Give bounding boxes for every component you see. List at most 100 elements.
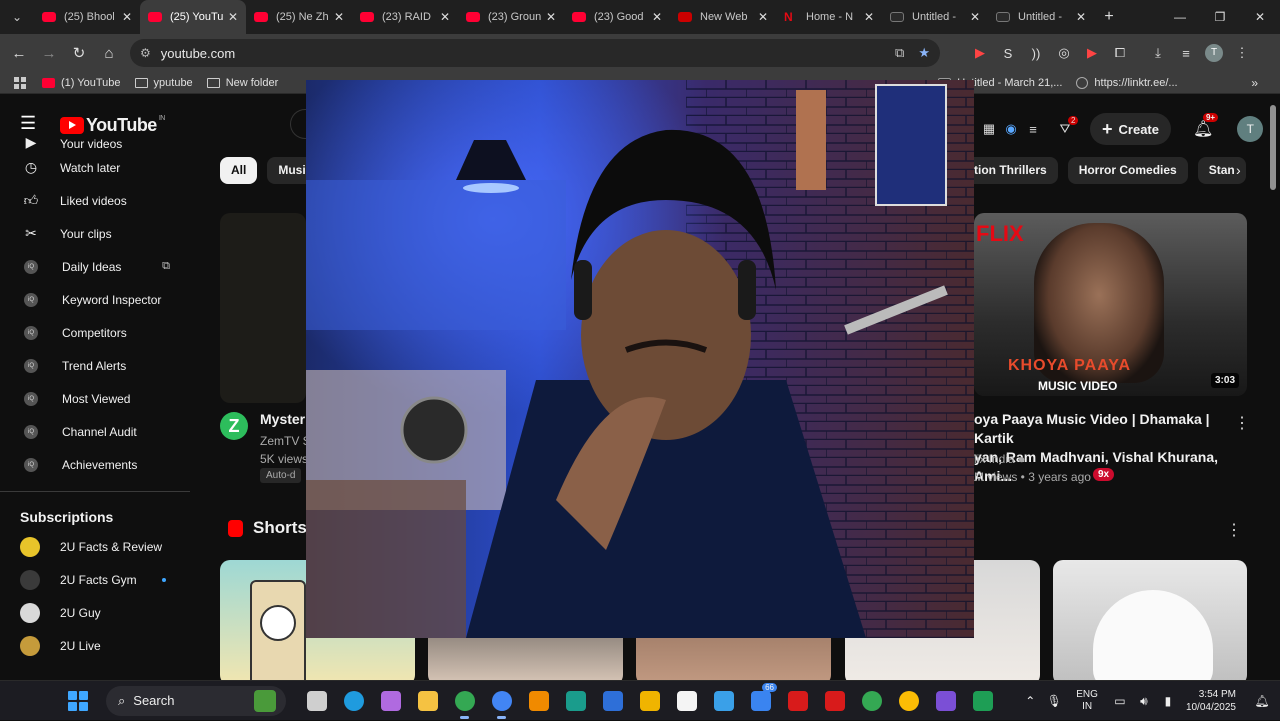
browser-tab[interactable]: (23) Good ✕: [564, 0, 670, 34]
close-tab-icon[interactable]: ✕: [546, 10, 556, 24]
task-view-icon[interactable]: [298, 681, 335, 721]
close-tab-icon[interactable]: ✕: [652, 10, 662, 24]
sidebar-item[interactable]: iQ Most Viewed: [0, 382, 190, 415]
tab-search-button[interactable]: ⌄: [0, 0, 34, 34]
subscription-item[interactable]: 2U Facts Gym: [0, 563, 190, 596]
chrome-icon[interactable]: [890, 681, 927, 721]
forward-button[interactable]: →: [34, 45, 64, 62]
download-icon[interactable]: ⤓: [1144, 45, 1172, 61]
volume-icon[interactable]: 🔊︎: [1132, 694, 1156, 709]
channel-avatar[interactable]: Z: [220, 412, 248, 440]
windows-start-icon[interactable]: [68, 690, 88, 711]
filter-icon[interactable]: ⛛ 2: [1054, 116, 1079, 137]
omnibox[interactable]: ⚙ youtube.com ⧉ ★: [130, 39, 940, 67]
subscription-item[interactable]: 2U Facts & Review: [0, 530, 190, 563]
bookmark-star-icon[interactable]: ★: [918, 45, 930, 61]
taskbar-search[interactable]: ⌕ Search: [106, 685, 286, 716]
bookmark-item[interactable]: yputube: [134, 77, 193, 89]
reload-button[interactable]: ↻: [64, 44, 94, 62]
create-button[interactable]: + Create: [1090, 113, 1171, 145]
terminal-icon[interactable]: [594, 681, 631, 721]
app-icon[interactable]: [631, 681, 668, 721]
home-button[interactable]: ⌂: [94, 45, 124, 62]
site-info-icon[interactable]: ⚙: [140, 46, 151, 60]
restore-button[interactable]: ❐: [1200, 0, 1240, 34]
sidebar-item[interactable]: iQ Trend Alerts: [0, 349, 190, 382]
battery-icon[interactable]: ▮: [1156, 694, 1180, 708]
browser-tab[interactable]: (25) YouTu ✕: [140, 0, 246, 34]
minimize-button[interactable]: —: [1160, 0, 1200, 34]
notepad-icon[interactable]: [668, 681, 705, 721]
more-bookmarks-icon[interactable]: »: [1251, 76, 1258, 90]
browser-tab[interactable]: (23) RAID ✕: [352, 0, 458, 34]
reading-list-icon[interactable]: ≡: [1172, 46, 1200, 61]
language-indicator[interactable]: ENG IN: [1076, 689, 1098, 713]
filter-chip[interactable]: All: [220, 157, 258, 184]
close-tab-icon[interactable]: ✕: [970, 10, 980, 24]
video-channel[interactable]: lix India ●: [974, 450, 1025, 468]
browser-tab[interactable]: New Web ✕: [670, 0, 776, 34]
extensions-puzzle-icon[interactable]: ⧠: [1106, 45, 1134, 61]
extension-icon[interactable]: S: [994, 46, 1022, 61]
video-thumbnail[interactable]: [220, 213, 306, 403]
bookmark-item[interactable]: New folder: [206, 77, 278, 89]
browser-tab[interactable]: (25) Ne Zh ✕: [246, 0, 352, 34]
close-tab-icon[interactable]: ✕: [334, 10, 344, 24]
hamburger-menu-icon[interactable]: ☰: [20, 113, 36, 134]
close-tab-icon[interactable]: ✕: [1076, 10, 1086, 24]
chrome-icon[interactable]: [446, 681, 483, 721]
page-scrollbar[interactable]: [1270, 105, 1276, 190]
notifications-button[interactable]: 🔔︎ 9+: [1193, 113, 1219, 139]
close-tab-icon[interactable]: ✕: [122, 10, 132, 24]
list-icon[interactable]: ≡: [1022, 122, 1044, 137]
chrome-icon[interactable]: [483, 681, 520, 721]
subscription-item[interactable]: 2U Guy: [0, 596, 190, 629]
close-window-button[interactable]: ✕: [1240, 0, 1280, 34]
apps-grid-icon[interactable]: [14, 76, 28, 89]
profile-avatar[interactable]: T: [1205, 44, 1223, 62]
install-icon[interactable]: ⧉: [895, 45, 904, 61]
chrome-menu-icon[interactable]: ⋮: [1228, 45, 1256, 61]
extension-icon[interactable]: )): [1022, 46, 1050, 61]
extension-icon[interactable]: ▶: [1078, 45, 1106, 61]
back-button[interactable]: ←: [4, 45, 34, 62]
analytics-icon[interactable]: ▦: [978, 121, 1000, 137]
extension-icon[interactable]: ▶: [966, 45, 994, 61]
bookmark-item[interactable]: https://linktr.ee/...: [1076, 76, 1178, 89]
sidebar-item[interactable]: iQ Achievements: [0, 448, 190, 481]
app-icon[interactable]: [816, 681, 853, 721]
more-options-icon[interactable]: ⋮: [1226, 520, 1242, 540]
copilot-icon[interactable]: [372, 681, 409, 721]
picture-in-picture-video[interactable]: [306, 80, 974, 638]
browser-tab[interactable]: (25) Bhool ✕: [34, 0, 140, 34]
short-thumbnail[interactable]: [1053, 560, 1247, 680]
sidebar-item[interactable]: ◷ Watch later: [0, 151, 190, 184]
subscription-item[interactable]: 2U Live: [0, 629, 190, 662]
browser-tab[interactable]: Untitled - ✕: [988, 0, 1094, 34]
close-tab-icon[interactable]: ✕: [758, 10, 768, 24]
browser-tab[interactable]: (23) Groun ✕: [458, 0, 564, 34]
notes-icon[interactable]: [705, 681, 742, 721]
app-icon[interactable]: [779, 681, 816, 721]
clock[interactable]: 3:54 PM 10/04/2025: [1186, 688, 1236, 714]
close-tab-icon[interactable]: ✕: [440, 10, 450, 24]
app-icon[interactable]: [964, 681, 1001, 721]
app-icon[interactable]: [557, 681, 594, 721]
notification-center-icon[interactable]: 🔔︎: [1250, 694, 1274, 708]
filter-chip[interactable]: tion Thrillers: [974, 157, 1058, 184]
account-avatar[interactable]: T: [1237, 116, 1264, 142]
sidebar-item[interactable]: ✂ Your clips: [0, 217, 190, 250]
filter-chip[interactable]: Horror Comedies: [1067, 157, 1188, 184]
chevron-up-icon[interactable]: ⌃: [1018, 694, 1042, 708]
video-channel[interactable]: ZemTV S: [260, 432, 311, 450]
video-title[interactable]: Mysteri: [260, 410, 309, 429]
sidebar-item[interactable]: iQ Daily Ideas ⧉: [0, 250, 190, 283]
file-explorer-icon[interactable]: [409, 681, 446, 721]
new-tab-button[interactable]: +: [1094, 8, 1124, 26]
vlc-icon[interactable]: [520, 681, 557, 721]
browser-tab[interactable]: Untitled - ✕: [882, 0, 988, 34]
bookmark-item[interactable]: (1) YouTube: [42, 77, 121, 89]
youtube-logo[interactable]: YouTube IN: [60, 115, 165, 136]
sidebar-item[interactable]: 👍︎ Liked videos: [0, 184, 190, 217]
store-icon[interactable]: 66: [742, 681, 779, 721]
